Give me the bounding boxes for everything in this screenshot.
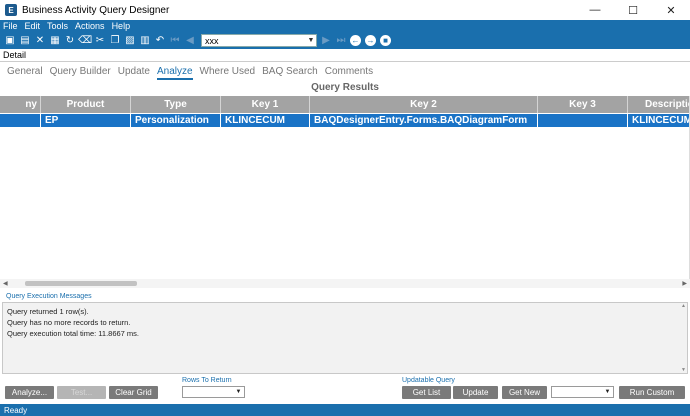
- tab-baq-search[interactable]: BAQ Search: [262, 66, 318, 80]
- scroll-left-icon[interactable]: ◀: [3, 280, 8, 287]
- column-header-key1[interactable]: Key 1: [221, 96, 310, 113]
- tab-where-used[interactable]: Where Used: [200, 66, 256, 80]
- menu-help[interactable]: Help: [112, 21, 131, 31]
- menu-bar: File Edit Tools Actions Help: [0, 20, 690, 32]
- column-header-key3[interactable]: Key 3: [538, 96, 628, 113]
- tab-comments[interactable]: Comments: [325, 66, 373, 80]
- get-list-button[interactable]: Get List: [402, 386, 451, 399]
- minimize-button[interactable]: —: [576, 0, 614, 20]
- attach-icon[interactable]: ▥: [139, 35, 151, 47]
- undo-icon[interactable]: ↶: [154, 35, 166, 47]
- table-cell[interactable]: BAQDesignerEntry.Forms.BAQDiagramForm: [310, 114, 538, 127]
- test-button[interactable]: Test...: [57, 386, 106, 399]
- new-icon[interactable]: ▣: [4, 35, 16, 47]
- divider: [0, 61, 690, 62]
- message-line: Query returned 1 row(s).: [7, 307, 89, 316]
- status-bar: Ready: [0, 404, 690, 416]
- paste-icon[interactable]: ▨: [124, 35, 136, 47]
- delete-icon[interactable]: ✕: [34, 35, 46, 47]
- column-header-product[interactable]: Product: [41, 96, 131, 113]
- update-button[interactable]: Update: [453, 386, 498, 399]
- run-custom-button[interactable]: Run Custom: [619, 386, 685, 399]
- status-text: Ready: [4, 405, 28, 415]
- horizontal-scrollbar[interactable]: ◀ ▶: [0, 279, 690, 288]
- bottom-panel: Analyze... Test... Clear Grid Rows To Re…: [0, 374, 690, 404]
- table-row[interactable]: EP Personalization KLINCECUM BAQDesigner…: [0, 114, 690, 127]
- toolbar: ▣ ▤ ✕ ▦ ↻ ⌫ ✂ ❐ ▨ ▥ ↶ ⏮ ◀ xxx ▼ ▶ ⏭ ← → …: [0, 32, 690, 49]
- messages-label: Query Execution Messages: [6, 293, 92, 300]
- back-icon[interactable]: ←: [350, 35, 361, 46]
- table-cell[interactable]: [0, 114, 41, 127]
- table-cell[interactable]: EP: [41, 114, 131, 127]
- table-cell[interactable]: KLINCECUM: [221, 114, 310, 127]
- rows-to-return-label: Rows To Return: [182, 377, 232, 384]
- window-title: Business Activity Query Designer: [22, 4, 170, 16]
- get-new-button[interactable]: Get New: [502, 386, 547, 399]
- cut-icon[interactable]: ✂: [94, 35, 106, 47]
- column-header-type[interactable]: Type: [131, 96, 221, 113]
- column-header-company[interactable]: ny: [0, 96, 41, 113]
- column-header-key2[interactable]: Key 2: [310, 96, 538, 113]
- chevron-down-icon[interactable]: ▼: [306, 35, 316, 46]
- first-icon[interactable]: ⏮: [169, 35, 181, 47]
- maximize-button[interactable]: ☐: [614, 0, 652, 20]
- next-icon[interactable]: ▶: [320, 35, 332, 47]
- print-icon[interactable]: ▦: [49, 35, 61, 47]
- tab-analyze[interactable]: Analyze: [156, 66, 193, 80]
- record-combo-value: xxx: [205, 35, 219, 46]
- grid-header: ny Product Type Key 1 Key 2 Key 3 Descri…: [0, 96, 690, 113]
- window-controls: — ☐ ✕: [576, 0, 690, 20]
- chevron-down-icon[interactable]: ▼: [234, 387, 243, 397]
- detail-label: Detail: [3, 50, 27, 60]
- tab-update[interactable]: Update: [118, 66, 150, 80]
- menu-tools[interactable]: Tools: [47, 21, 68, 31]
- title-bar: E Business Activity Query Designer — ☐ ✕: [0, 0, 690, 20]
- column-header-description[interactable]: Description: [628, 96, 690, 113]
- menu-actions[interactable]: Actions: [75, 21, 105, 31]
- record-combo[interactable]: xxx ▼: [201, 34, 317, 47]
- save-icon[interactable]: ▤: [19, 35, 31, 47]
- scroll-up-icon[interactable]: ▲: [681, 303, 686, 309]
- last-icon[interactable]: ⏭: [335, 35, 347, 47]
- clear-grid-button[interactable]: Clear Grid: [109, 386, 158, 399]
- prev-icon[interactable]: ◀: [184, 35, 196, 47]
- close-button[interactable]: ✕: [652, 0, 690, 20]
- rows-to-return-select[interactable]: ▼: [182, 386, 245, 398]
- tab-general[interactable]: General: [7, 66, 43, 80]
- refresh-icon[interactable]: ↻: [64, 35, 76, 47]
- table-cell[interactable]: KLINCECUM: [628, 114, 690, 127]
- menu-edit[interactable]: Edit: [25, 21, 41, 31]
- updatable-query-label: Updatable Query: [402, 377, 455, 384]
- scroll-right-icon[interactable]: ▶: [682, 280, 687, 287]
- analyze-button[interactable]: Analyze...: [5, 386, 54, 399]
- app-logo-icon: E: [5, 4, 17, 16]
- message-line: Query execution total time: 11.8667 ms.: [7, 329, 140, 338]
- clear-icon[interactable]: ⌫: [78, 35, 92, 47]
- stop-icon[interactable]: ■: [380, 35, 391, 46]
- forward-icon[interactable]: →: [365, 35, 376, 46]
- tab-strip: General Query Builder Update Analyze Whe…: [0, 66, 373, 80]
- table-cell[interactable]: Personalization: [131, 114, 221, 127]
- custom-action-select[interactable]: ▼: [551, 386, 614, 398]
- menu-file[interactable]: File: [3, 21, 18, 31]
- table-cell[interactable]: [538, 114, 628, 127]
- tab-query-builder[interactable]: Query Builder: [50, 66, 111, 80]
- scroll-thumb[interactable]: [25, 281, 137, 286]
- query-results-title: Query Results: [311, 82, 379, 93]
- message-line: Query has no more records to return.: [7, 318, 131, 327]
- messages-box[interactable]: Query returned 1 row(s). Query has no mo…: [2, 302, 688, 374]
- copy-icon[interactable]: ❐: [109, 35, 121, 47]
- chevron-down-icon[interactable]: ▼: [603, 387, 612, 397]
- results-grid: ny Product Type Key 1 Key 2 Key 3 Descri…: [0, 96, 690, 282]
- scroll-down-icon[interactable]: ▼: [681, 367, 686, 373]
